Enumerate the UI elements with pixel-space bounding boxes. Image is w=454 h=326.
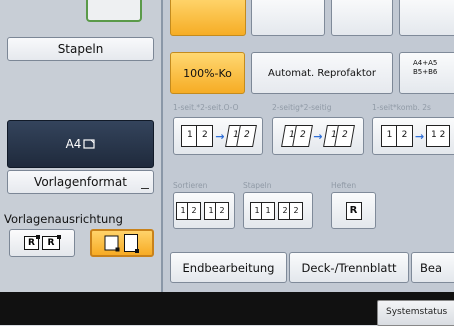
- reduce-enlarge-label: 100%-Ko: [183, 66, 232, 80]
- vorlagenformat-label: Vorlagenformat: [34, 175, 127, 189]
- stapeln-button[interactable]: Stapeln: [7, 37, 154, 61]
- staple-button[interactable]: R: [331, 192, 376, 229]
- finishing-label-stack: Stapeln: [243, 181, 272, 190]
- stack-icon: 2: [289, 201, 303, 220]
- top-button-2[interactable]: [251, 0, 325, 36]
- page-icon: 2: [196, 125, 214, 147]
- system-status-button[interactable]: Systemstatus: [377, 300, 454, 326]
- tab-bearbeiten[interactable]: Bea: [411, 252, 454, 283]
- preset-label-1: A4+A5: [413, 59, 438, 67]
- stapeln-label: Stapeln: [57, 42, 104, 56]
- arrow-right-icon: →: [415, 129, 425, 143]
- sort-button[interactable]: 1 2 1 2: [173, 192, 235, 229]
- duplex-label-3: 1-seit*komb. 2s: [372, 103, 431, 112]
- duplex-1to2-button[interactable]: 1 2 → 1 2: [173, 117, 263, 155]
- reduce-enlarge-button[interactable]: 100%-Ko: [170, 52, 245, 94]
- stack-icon: 1: [261, 201, 275, 220]
- duplex-page-icon: 2: [292, 125, 314, 147]
- rotated-doc-icon-2: [124, 234, 138, 252]
- vorlagenformat-button[interactable]: Vorlagenformat: [7, 170, 154, 194]
- system-status-label: Systemstatus: [386, 307, 448, 317]
- arrow-right-icon: →: [313, 129, 323, 143]
- stack-button[interactable]: 1 1 2 2: [243, 192, 313, 229]
- duplex-page-icon: 2: [235, 125, 257, 147]
- upright-doc-icon: R: [24, 235, 40, 250]
- tab-endbearbeitung-label: Endbearbeitung: [182, 260, 275, 275]
- rotated-doc-icon: [104, 235, 119, 251]
- finishing-label-staple: Heften: [331, 181, 357, 190]
- preset-label-2: B5+B6: [413, 68, 438, 76]
- duplex-page-icon: 2: [333, 125, 355, 147]
- auto-repro-label: Automat. Reprofaktor: [268, 67, 376, 79]
- duplex-2to2-button[interactable]: 1 2 → 1 2: [272, 117, 364, 155]
- top-button-3[interactable]: [331, 0, 393, 36]
- duplex-label-1: 1-seit.*2-seit.O-O: [173, 103, 239, 112]
- staple-icon: R: [345, 201, 362, 220]
- tab-deck-trennblatt[interactable]: Deck-/Trennblatt: [289, 252, 409, 283]
- sort-stack-icon: 2: [187, 201, 201, 220]
- sort-stack-icon: 2: [215, 201, 229, 220]
- orientation-upright-button[interactable]: R R: [9, 229, 75, 257]
- preset-ratio-button[interactable]: A4+A5 B5+B6: [399, 52, 454, 94]
- tab-bearbeiten-label: Bea: [420, 260, 443, 275]
- paper-size-a4-button[interactable]: A4: [7, 120, 154, 168]
- page-icon: 1 2: [426, 125, 451, 147]
- orientation-heading: Vorlagenausrichtung: [4, 212, 123, 226]
- upright-doc-icon-2: R: [42, 235, 61, 250]
- finishing-label-sort: Sortieren: [173, 181, 208, 190]
- duplex-combine-button[interactable]: 1 2 → 1 2: [372, 117, 454, 155]
- tab-deck-trennblatt-label: Deck-/Trennblatt: [301, 260, 397, 275]
- page-icon: 2: [396, 125, 413, 147]
- top-partial-button[interactable]: [86, 0, 142, 22]
- orientation-readable-button[interactable]: [90, 229, 154, 257]
- arrow-right-icon: →: [215, 129, 225, 143]
- duplex-label-2: 2-seitig*2-seitig: [272, 103, 332, 112]
- tab-endbearbeitung[interactable]: Endbearbeitung: [170, 252, 287, 283]
- paper-size-label: A4: [65, 137, 82, 151]
- top-selected-button[interactable]: [170, 0, 246, 36]
- auto-reduce-enlarge-button[interactable]: Automat. Reprofaktor: [251, 52, 393, 94]
- top-button-4[interactable]: [399, 0, 454, 36]
- landscape-paper-icon: [83, 139, 96, 149]
